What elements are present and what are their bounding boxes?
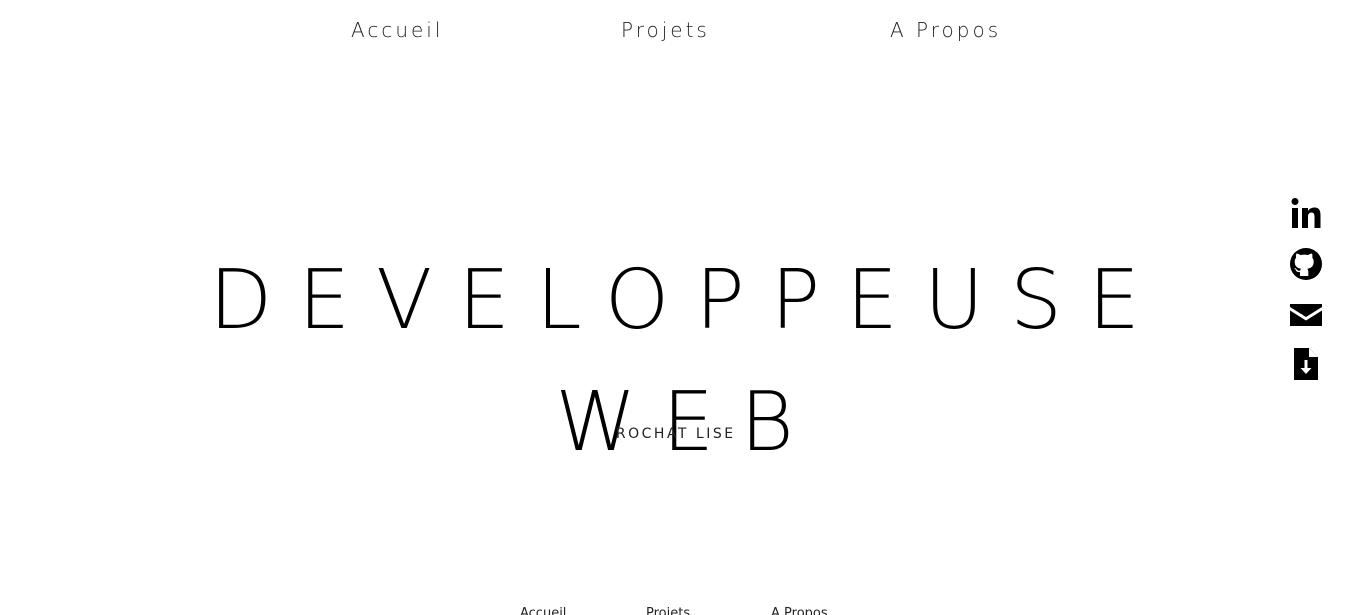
hero-title-line1: DEVELOPPEUSE [209, 252, 1166, 348]
hero-title-line2: WEB [555, 374, 820, 470]
footer-link-apropos[interactable]: A Propos [771, 606, 828, 615]
linkedin-icon [1291, 198, 1321, 228]
footer-navigation: Accueil Projets A Propos [0, 606, 1349, 615]
top-navigation: Accueil Projets A Propos [0, 18, 1349, 48]
mail-icon [1290, 304, 1322, 326]
download-cv-link[interactable] [1288, 346, 1324, 382]
nav-link-apropos[interactable]: A Propos [890, 18, 1001, 42]
nav-link-accueil[interactable]: Accueil [351, 18, 443, 42]
footer-link-projets[interactable]: Projets [646, 606, 690, 615]
nav-link-projets[interactable]: Projets [621, 18, 710, 42]
linkedin-link[interactable] [1288, 196, 1324, 232]
footer-link-accueil[interactable]: Accueil [520, 606, 566, 615]
mail-link[interactable] [1288, 296, 1324, 332]
download-cv-icon [1294, 348, 1318, 380]
hero-subtitle: ROCHAT LISE [615, 426, 736, 442]
page: Accueil Projets A Propos DEVELOPPEUSE WE… [0, 0, 1349, 615]
github-icon [1290, 248, 1322, 280]
github-link[interactable] [1288, 246, 1324, 282]
